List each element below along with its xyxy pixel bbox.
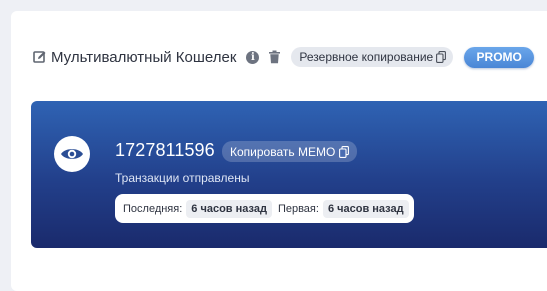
copy-memo-button[interactable]: Копировать MEMO	[222, 141, 358, 162]
first-time-badge: 6 часов назад	[322, 199, 409, 218]
wallet-card: 1727811596 Копировать MEMO Транзакции от…	[31, 101, 547, 248]
last-time-badge: 6 часов назад	[186, 199, 272, 218]
copy-memo-label: Копировать MEMO	[230, 144, 336, 159]
trash-icon[interactable]	[268, 50, 281, 64]
backup-button[interactable]: Резервное копирование	[291, 47, 454, 67]
eye-icon[interactable]	[54, 136, 90, 172]
wallet-address: 1727811596	[115, 140, 215, 160]
last-label: Последняя:	[123, 202, 183, 215]
info-icon[interactable]: i	[246, 50, 260, 64]
copy-icon	[339, 145, 350, 158]
transaction-times: Последняя: 6 часов назад Первая: 6 часов…	[115, 194, 414, 223]
transaction-status: Транзакции отправлены	[115, 171, 250, 185]
copy-icon	[436, 51, 447, 63]
wallet-title: Мультивалютный Кошелек	[51, 48, 237, 66]
promo-button[interactable]: PROMO	[464, 46, 535, 68]
backup-button-label: Резервное копирование	[299, 50, 434, 64]
first-label: Первая:	[277, 202, 319, 215]
wallet-header: Мультивалютный Кошелек i Резервное копир…	[33, 46, 535, 68]
edit-icon[interactable]	[33, 50, 47, 64]
